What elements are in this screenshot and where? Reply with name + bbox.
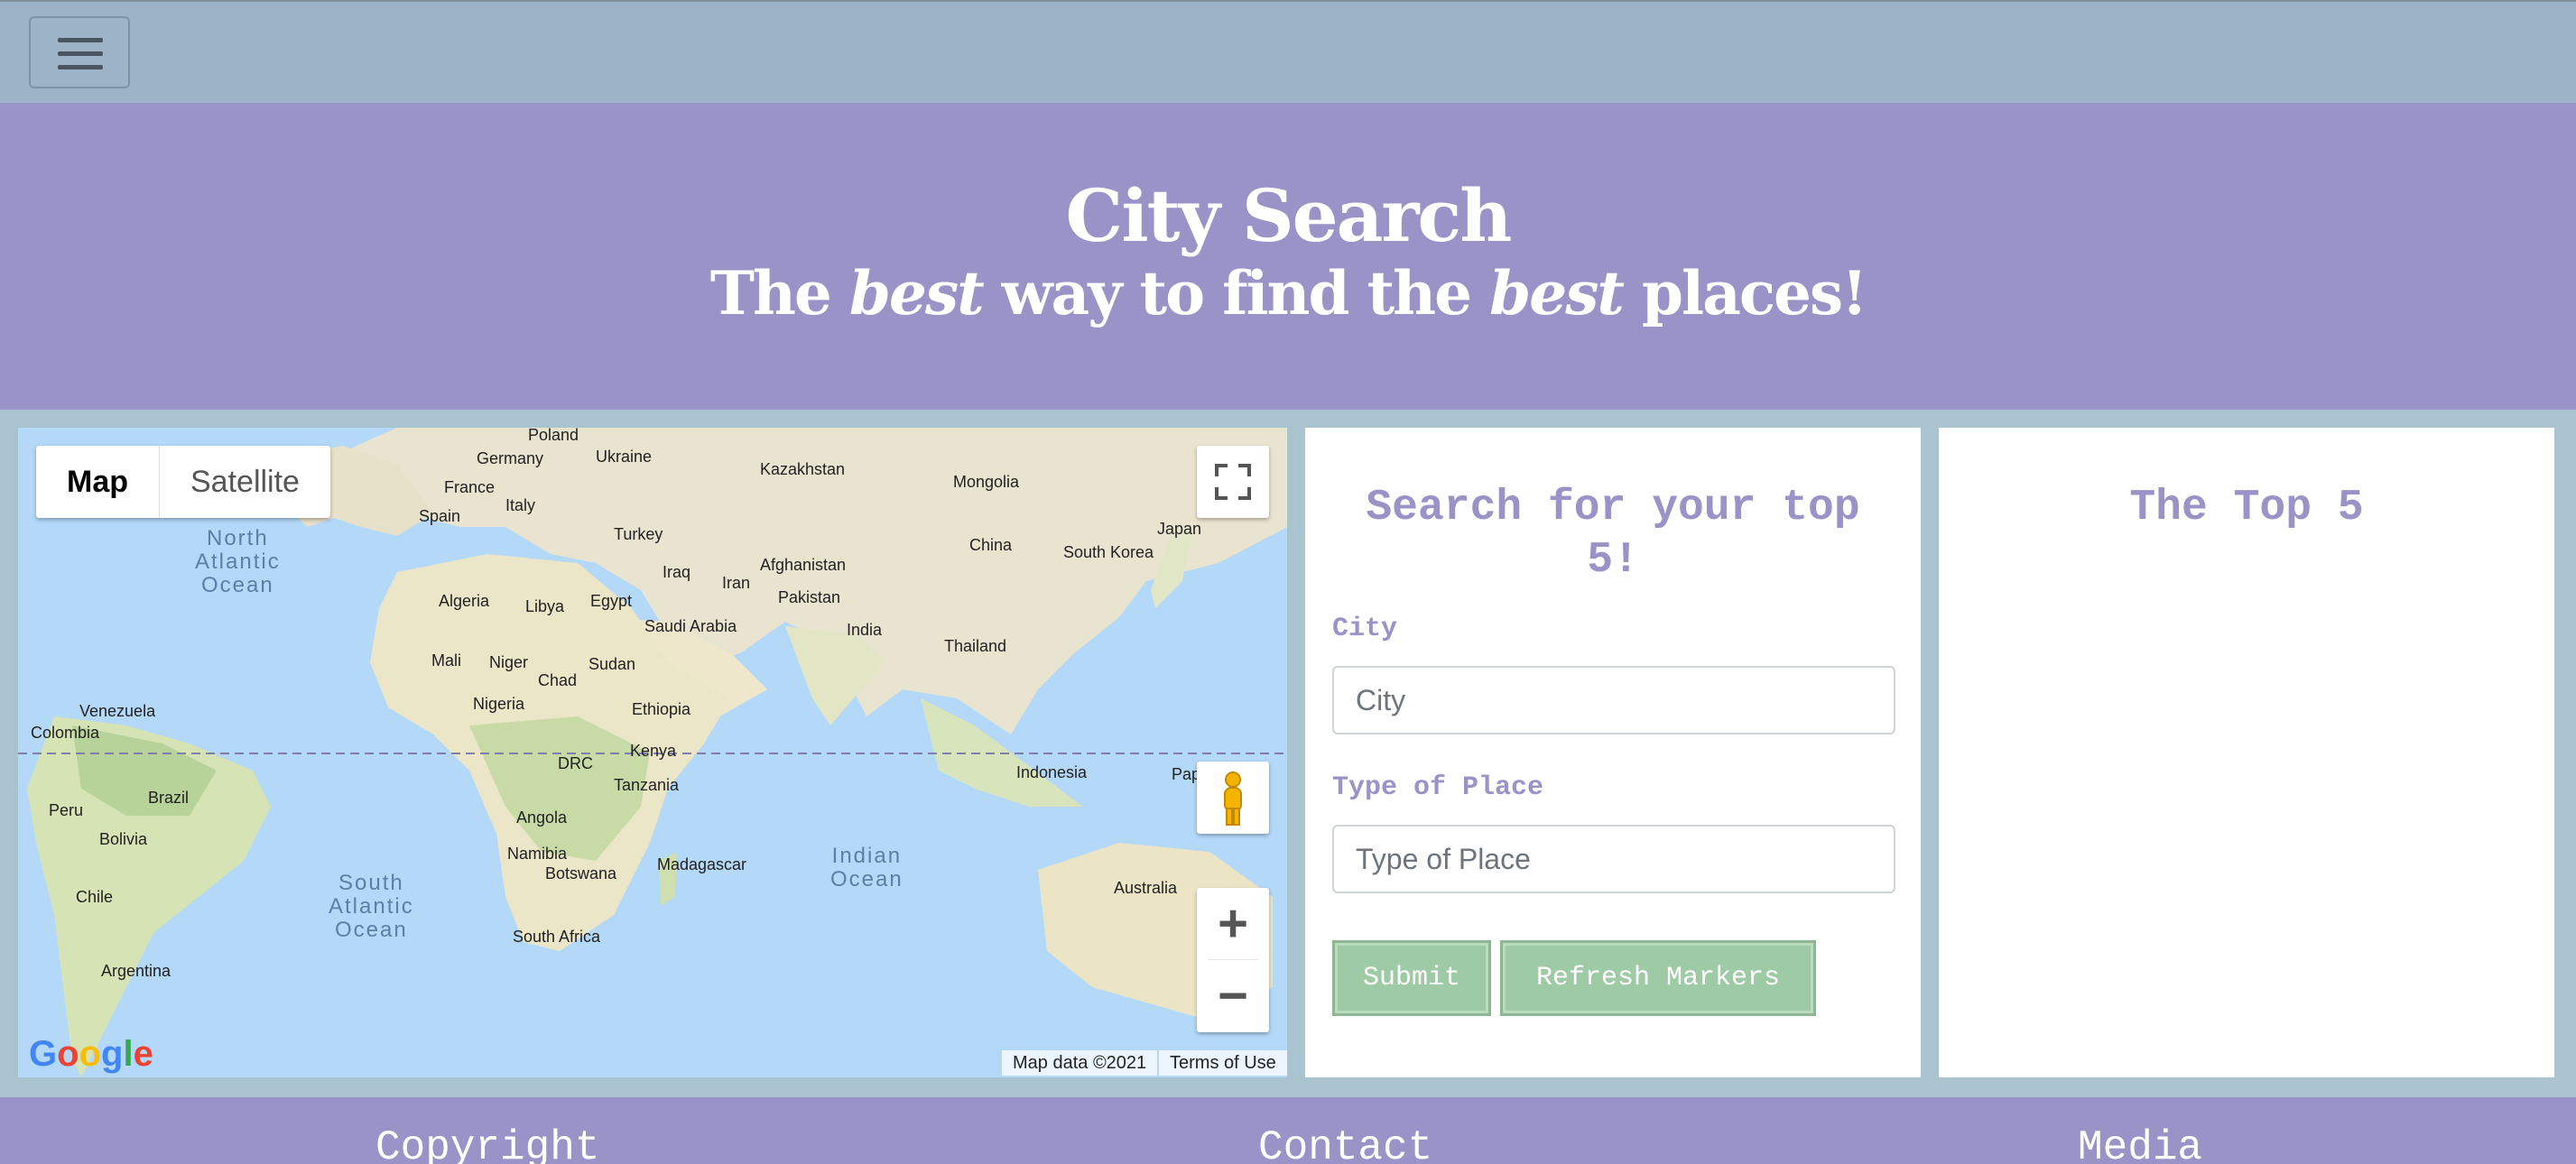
map-label: India: [847, 621, 883, 639]
map-label: Iraq: [663, 563, 691, 581]
map-label: South Africa: [513, 928, 601, 946]
map-label: Angola: [516, 808, 568, 827]
google-map[interactable]: Poland Germany Ukraine Kazakhstan Mongol…: [18, 428, 1287, 1077]
main-content: Poland Germany Ukraine Kazakhstan Mongol…: [0, 410, 2576, 1097]
zoom-out-icon[interactable]: −: [1197, 960, 1269, 1032]
map-label: Bolivia: [99, 830, 148, 848]
type-of-place-label: Type of Place: [1332, 772, 1544, 803]
map-label: Tanzania: [614, 776, 680, 794]
map-label: Mali: [431, 651, 462, 670]
fullscreen-icon[interactable]: [1197, 446, 1269, 518]
map-label: Saudi Arabia: [644, 617, 737, 635]
hamburger-menu-icon[interactable]: [29, 16, 130, 88]
map-label: DRC: [558, 754, 593, 772]
map-attribution: Map data ©2021: [1002, 1050, 1158, 1076]
map-label: Kazakhstan: [760, 460, 846, 478]
submit-button[interactable]: Submit: [1332, 940, 1491, 1016]
footer-copyright-link[interactable]: Copyright: [375, 1124, 599, 1164]
footer-contact-link[interactable]: Contact: [1258, 1124, 1432, 1164]
map-label: Brazil: [148, 789, 190, 807]
map-label: Sudan: [588, 655, 636, 673]
map-label: Niger: [489, 653, 529, 671]
map-label: Kenya: [630, 742, 677, 760]
refresh-markers-button[interactable]: Refresh Markers: [1500, 940, 1816, 1016]
map-label: Chile: [76, 888, 114, 906]
ocean-label: North Atlantic Ocean: [195, 526, 281, 597]
map-label: Botswana: [545, 864, 617, 882]
map-label: Australia: [1114, 879, 1178, 897]
map-label: Spain: [419, 507, 461, 525]
map-label: Indonesia: [1016, 763, 1088, 781]
map-label: Thailand: [944, 637, 1007, 655]
type-of-place-input[interactable]: [1332, 825, 1895, 893]
top5-title: The Top 5: [2129, 484, 2364, 532]
map-label: Algeria: [439, 592, 490, 610]
top5-panel: The Top 5: [1939, 428, 2554, 1077]
map-label: Colombia: [31, 724, 100, 742]
map-type-control: Map Satellite: [36, 446, 330, 518]
map-label: Mongolia: [953, 473, 1020, 491]
map-label: Libya: [525, 597, 565, 615]
map-label: Namibia: [507, 845, 568, 863]
map-label: Iran: [722, 574, 751, 592]
map-label: Afghanistan: [760, 556, 847, 574]
map-label: China: [969, 536, 1013, 554]
map-label: Ethiopia: [632, 700, 691, 718]
footer-media-link[interactable]: Media: [2078, 1124, 2202, 1164]
map-label: Nigeria: [473, 695, 525, 713]
map-label: Argentina: [101, 962, 171, 980]
hero-banner: City Search The best way to find the bes…: [0, 103, 2576, 410]
zoom-in-icon[interactable]: +: [1197, 888, 1269, 960]
map-label: Madagascar: [657, 855, 747, 873]
search-panel: Search for your top 5! City Type of Plac…: [1305, 428, 1921, 1077]
map-label: South Korea: [1063, 543, 1154, 561]
street-view-pegman-icon[interactable]: [1197, 762, 1269, 834]
map-type-map-button[interactable]: Map: [36, 446, 159, 518]
terms-of-use-link[interactable]: Terms of Use: [1159, 1050, 1287, 1076]
map-label: Germany: [477, 449, 544, 467]
map-label: Chad: [538, 671, 578, 689]
search-panel-title: Search for your top 5!: [1366, 484, 1860, 585]
page-subtitle: The best way to find the best places!: [709, 258, 1867, 328]
ocean-label: Indian Ocean: [830, 844, 903, 891]
map-label: Peru: [49, 801, 84, 819]
map-label: Pakistan: [778, 588, 841, 606]
map-label: Poland: [528, 428, 579, 444]
map-label: Japan: [1157, 520, 1202, 538]
map-label: Egypt: [590, 592, 633, 610]
city-label: City: [1332, 614, 1398, 644]
map-label: Italy: [505, 496, 536, 514]
map-label: France: [444, 478, 496, 496]
google-logo: Google: [29, 1034, 153, 1074]
map-label: Venezuela: [79, 702, 156, 720]
ocean-label: South Atlantic Ocean: [329, 871, 414, 942]
map-label: Ukraine: [596, 448, 653, 466]
map-label: Turkey: [614, 525, 663, 543]
zoom-control: + −: [1197, 888, 1269, 1032]
page-title: City Search: [1065, 173, 1513, 258]
top-navbar: [0, 0, 2576, 103]
city-input[interactable]: [1332, 666, 1895, 734]
map-type-satellite-button[interactable]: Satellite: [159, 446, 330, 518]
footer: Copyright Contact Media: [0, 1097, 2576, 1164]
